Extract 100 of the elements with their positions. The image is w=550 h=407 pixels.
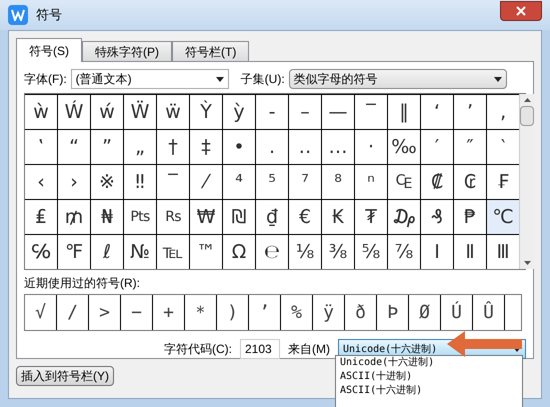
- symbol-cell[interactable]: Ω: [223, 235, 255, 269]
- recent-symbol-cell[interactable]: Ú: [441, 295, 473, 330]
- symbol-cell[interactable]: ‹: [25, 165, 57, 199]
- symbol-cell[interactable]: ₠: [388, 165, 420, 199]
- symbol-cell[interactable]: ‚: [487, 95, 519, 129]
- symbol-cell[interactable]: ₯: [388, 200, 420, 234]
- symbol-cell[interactable]: Ⅱ: [454, 235, 486, 269]
- recent-symbol-cell[interactable]: ð: [345, 295, 377, 330]
- symbol-cell[interactable]: ‥: [289, 130, 321, 164]
- code-field[interactable]: 2103: [240, 339, 280, 359]
- scrollbar[interactable]: [519, 94, 534, 269]
- subset-dropdown[interactable]: 类似字母的符号: [288, 69, 507, 89]
- symbol-cell[interactable]: Ⅲ: [487, 235, 519, 269]
- symbol-cell[interactable]: №: [124, 235, 156, 269]
- symbol-cell[interactable]: ₩: [190, 200, 222, 234]
- font-dropdown[interactable]: (普通文本): [70, 69, 229, 89]
- recent-symbol-cell[interactable]: √: [25, 295, 57, 330]
- symbol-cell[interactable]: €: [289, 200, 321, 234]
- symbol-cell[interactable]: ₢: [454, 165, 486, 199]
- symbol-cell[interactable]: ‖: [388, 95, 420, 129]
- symbol-cell[interactable]: ⁵: [256, 165, 288, 199]
- symbol-cell[interactable]: ․: [256, 130, 288, 164]
- scroll-thumb[interactable]: [520, 106, 534, 126]
- symbol-cell[interactable]: Rs: [157, 200, 189, 234]
- symbol-cell[interactable]: †: [157, 130, 189, 164]
- symbol-cell[interactable]: Ⅰ: [421, 235, 453, 269]
- symbol-cell[interactable]: ℉: [58, 235, 90, 269]
- close-button[interactable]: [500, 1, 542, 21]
- symbol-cell[interactable]: ※: [91, 165, 123, 199]
- symbol-cell[interactable]: ₣: [487, 165, 519, 199]
- symbol-cell[interactable]: ‾: [355, 95, 387, 129]
- recent-symbol-cell[interactable]: >: [89, 295, 121, 330]
- symbol-cell[interactable]: ‐: [256, 95, 288, 129]
- recent-symbol-cell[interactable]: ’: [249, 295, 281, 330]
- symbol-cell[interactable]: ₪: [223, 200, 255, 234]
- recent-symbol-cell[interactable]: %: [281, 295, 313, 330]
- recent-symbol-cell[interactable]: Þ: [377, 295, 409, 330]
- symbol-cell[interactable]: ⁸: [322, 165, 354, 199]
- symbol-cell[interactable]: ỳ: [223, 95, 255, 129]
- symbol-cell[interactable]: „: [124, 130, 156, 164]
- symbol-cell[interactable]: ‼: [124, 165, 156, 199]
- insert-to-symbol-bar-button[interactable]: 插入到符号栏(Y): [16, 366, 114, 386]
- symbol-cell[interactable]: ‾: [157, 165, 189, 199]
- symbol-cell[interactable]: Ẃ: [58, 95, 90, 129]
- symbol-cell[interactable]: ™: [190, 235, 222, 269]
- symbol-cell[interactable]: ⅜: [322, 235, 354, 269]
- recent-symbol-cell[interactable]: ÿ: [313, 295, 345, 330]
- symbol-cell[interactable]: ‡: [190, 130, 222, 164]
- symbol-cell[interactable]: ›: [58, 165, 90, 199]
- recent-symbol-cell[interactable]: Ø: [409, 295, 441, 330]
- recent-symbol-cell[interactable]: /: [57, 295, 89, 330]
- symbol-cell[interactable]: Pts: [124, 200, 156, 234]
- dropdown-option[interactable]: ASCII(十六进制): [336, 384, 522, 398]
- symbol-cell[interactable]: ₫: [256, 200, 288, 234]
- symbol-cell[interactable]: ’: [454, 95, 486, 129]
- symbol-cell[interactable]: ₮: [355, 200, 387, 234]
- symbol-cell[interactable]: ẃ: [91, 95, 123, 129]
- symbol-cell[interactable]: ẅ: [157, 95, 189, 129]
- dropdown-option[interactable]: Unicode(十六进制): [336, 356, 522, 370]
- symbol-cell[interactable]: ⅞: [388, 235, 420, 269]
- symbol-cell[interactable]: …: [322, 130, 354, 164]
- symbol-cell[interactable]: ′: [421, 130, 453, 164]
- symbol-cell[interactable]: ″: [454, 130, 486, 164]
- symbol-cell[interactable]: ⁄: [190, 165, 222, 199]
- symbol-cell[interactable]: ⅛: [289, 235, 321, 269]
- dropdown-option[interactable]: ASCII(十进制): [336, 370, 522, 384]
- symbol-cell[interactable]: ₥: [58, 200, 90, 234]
- symbol-cell[interactable]: ₦: [91, 200, 123, 234]
- symbol-cell[interactable]: ⁴: [223, 165, 255, 199]
- symbol-cell[interactable]: –: [289, 95, 321, 129]
- symbol-cell[interactable]: ‵: [487, 130, 519, 164]
- symbol-cell[interactable]: ⁿ: [355, 165, 387, 199]
- symbol-cell[interactable]: ℃: [487, 200, 519, 234]
- symbol-cell[interactable]: ₤: [25, 200, 57, 234]
- symbol-cell[interactable]: ₰: [421, 200, 453, 234]
- tab[interactable]: 特殊字符(P): [82, 41, 172, 61]
- recent-symbol-cell[interactable]: Û: [473, 295, 505, 330]
- symbol-cell[interactable]: ”: [91, 130, 123, 164]
- symbol-cell[interactable]: ℮: [256, 235, 288, 269]
- tab[interactable]: 符号栏(T): [172, 41, 250, 61]
- symbol-cell[interactable]: ẁ: [25, 95, 57, 129]
- recent-symbol-cell[interactable]: ＊: [185, 295, 217, 330]
- symbol-cell[interactable]: Ẅ: [124, 95, 156, 129]
- symbol-cell[interactable]: ‧: [355, 130, 387, 164]
- symbol-cell[interactable]: ‰: [388, 130, 420, 164]
- symbol-cell[interactable]: ₱: [454, 200, 486, 234]
- symbol-cell[interactable]: ₭: [322, 200, 354, 234]
- symbol-cell[interactable]: ℓ: [91, 235, 123, 269]
- recent-symbol-cell[interactable]: −: [121, 295, 153, 330]
- tab[interactable]: 符号(S): [16, 38, 82, 62]
- symbol-cell[interactable]: ⁷: [289, 165, 321, 199]
- symbol-cell[interactable]: ℅: [25, 235, 57, 269]
- symbol-cell[interactable]: •: [223, 130, 255, 164]
- symbol-cell[interactable]: —: [322, 95, 354, 129]
- recent-symbol-cell[interactable]: ): [217, 295, 249, 330]
- symbol-cell[interactable]: ₡: [421, 165, 453, 199]
- symbol-cell[interactable]: ‛: [25, 130, 57, 164]
- symbol-cell[interactable]: ℡: [157, 235, 189, 269]
- symbol-cell[interactable]: Ỳ: [190, 95, 222, 129]
- recent-symbol-cell[interactable]: +: [153, 295, 185, 330]
